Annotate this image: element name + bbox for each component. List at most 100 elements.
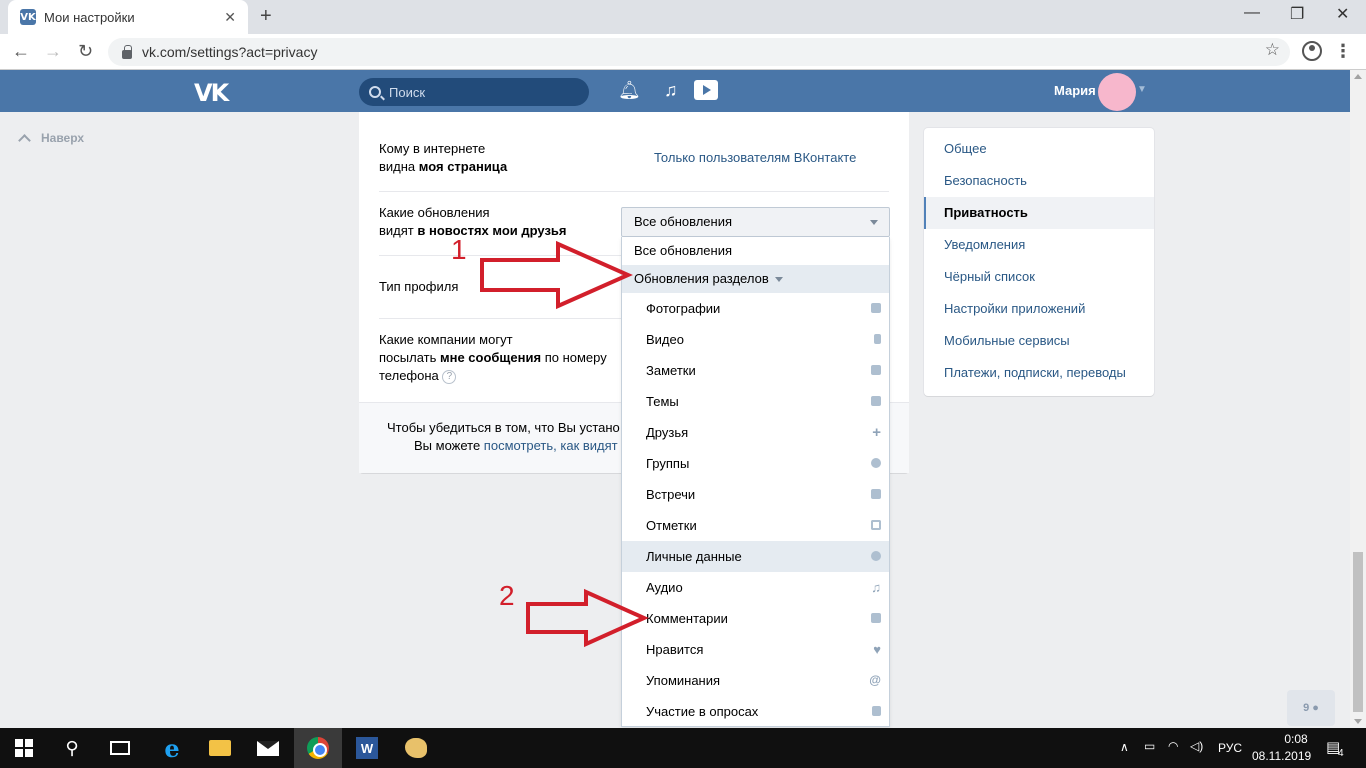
comment-icon bbox=[871, 613, 881, 623]
user-name[interactable]: Мария bbox=[1054, 83, 1096, 98]
word-icon[interactable]: W bbox=[343, 728, 391, 768]
news-updates-select[interactable]: Все обновления bbox=[621, 207, 890, 237]
battery-icon[interactable]: ▭ bbox=[1144, 739, 1155, 753]
dropdown-section-item[interactable]: Встречи bbox=[622, 479, 889, 510]
settings-menu-privacy[interactable]: Приватность bbox=[924, 197, 1154, 229]
plus-icon: + bbox=[872, 424, 881, 441]
annotation-number-1: 1 bbox=[451, 234, 467, 265]
paint-icon[interactable] bbox=[392, 728, 440, 768]
tag-frame-icon bbox=[871, 520, 881, 530]
task-view-icon[interactable] bbox=[96, 728, 144, 768]
heart-icon: ♥ bbox=[873, 642, 881, 657]
browser-tab-bar: VK Мои настройки ✕ + — ❐ ✕ bbox=[0, 0, 1366, 34]
dropdown-section-item[interactable]: Личные данные bbox=[622, 541, 889, 572]
dropdown-option-sections[interactable]: Обновления разделов bbox=[622, 265, 889, 293]
forward-icon[interactable]: → bbox=[44, 41, 62, 62]
dropdown-section-item[interactable]: Комментарии bbox=[622, 603, 889, 634]
footer-text: Вы можете посмотреть, как видят bbox=[414, 438, 618, 453]
news-updates-dropdown: Все обновления Обновления разделов Фотог… bbox=[621, 237, 890, 727]
settings-menu-security[interactable]: Безопасность bbox=[924, 165, 1154, 197]
scroll-down-icon[interactable] bbox=[1354, 719, 1362, 724]
chevron-down-icon[interactable]: ▼ bbox=[1137, 84, 1147, 95]
windows-logo-icon bbox=[15, 739, 33, 757]
lock-icon bbox=[122, 44, 132, 59]
annotation-arrow-2 bbox=[526, 588, 649, 648]
settings-menu-payments[interactable]: Платежи, подписки, переводы bbox=[924, 357, 1154, 389]
browser-menu-icon[interactable]: ⋮ bbox=[1334, 41, 1352, 62]
dropdown-section-item[interactable]: Темы bbox=[622, 386, 889, 417]
dropdown-section-item[interactable]: Группы bbox=[622, 448, 889, 479]
search-box[interactable] bbox=[359, 78, 589, 106]
wifi-icon[interactable]: ◠ bbox=[1168, 739, 1178, 753]
divider bbox=[379, 191, 889, 192]
row-label: Какие обновления видят в новостях мои др… bbox=[379, 205, 567, 238]
search-input[interactable] bbox=[389, 84, 569, 100]
chrome-icon[interactable] bbox=[294, 728, 342, 768]
row-label: Кому в интернете видна моя страница bbox=[379, 141, 508, 174]
search-icon bbox=[369, 86, 381, 98]
chevron-up-icon bbox=[18, 134, 31, 147]
volume-icon[interactable]: ◁) bbox=[1190, 739, 1203, 753]
dropdown-section-item[interactable]: Участие в опросах bbox=[622, 696, 889, 727]
help-icon[interactable]: ? bbox=[442, 369, 457, 384]
bell-icon[interactable]: 🔔︎ bbox=[618, 80, 641, 101]
settings-menu-blacklist[interactable]: Чёрный список bbox=[924, 261, 1154, 293]
browser-tab[interactable]: VK Мои настройки ✕ bbox=[8, 0, 248, 34]
scroll-up-icon[interactable] bbox=[1354, 74, 1362, 79]
settings-menu-mobile[interactable]: Мобильные сервисы bbox=[924, 325, 1154, 357]
music-note-icon: ♫ bbox=[871, 580, 881, 595]
dropdown-section-item[interactable]: Нравится ♥ bbox=[622, 634, 889, 665]
friends-online-button[interactable]: 9 ● bbox=[1287, 690, 1335, 726]
search-icon[interactable]: ⚲ bbox=[48, 728, 96, 768]
tab-close-icon[interactable]: ✕ bbox=[224, 9, 236, 26]
vk-logo[interactable]: VK bbox=[194, 79, 229, 107]
at-icon: @ bbox=[869, 673, 881, 687]
reload-icon[interactable]: ↻ bbox=[78, 41, 93, 62]
dropdown-section-item[interactable]: Друзья + bbox=[622, 417, 889, 448]
mail-icon[interactable] bbox=[244, 728, 292, 768]
dropdown-section-item[interactable]: Упоминания @ bbox=[622, 665, 889, 696]
clock-time[interactable]: 0:08 bbox=[1268, 732, 1324, 746]
url-text: vk.com/settings?act=privacy bbox=[142, 44, 318, 60]
start-button[interactable] bbox=[0, 728, 48, 768]
home-icon bbox=[871, 489, 881, 499]
settings-menu-general[interactable]: Общее bbox=[924, 133, 1154, 165]
dropdown-section-item[interactable]: Заметки bbox=[622, 355, 889, 386]
new-tab-icon[interactable]: + bbox=[260, 5, 272, 28]
back-icon[interactable]: ← bbox=[12, 41, 30, 62]
back-to-top-button[interactable]: Наверх bbox=[18, 131, 85, 147]
view-as-link[interactable]: посмотреть, как видят bbox=[484, 438, 618, 453]
settings-menu-apps[interactable]: Настройки приложений bbox=[924, 293, 1154, 325]
dropdown-section-item[interactable]: Отметки bbox=[622, 510, 889, 541]
account-icon[interactable] bbox=[1302, 41, 1322, 61]
file-explorer-icon[interactable] bbox=[196, 728, 244, 768]
dropdown-section-item[interactable]: Фотографии bbox=[622, 293, 889, 324]
annotation-arrow-1 bbox=[480, 240, 633, 310]
poll-icon bbox=[872, 706, 881, 716]
music-icon[interactable]: ♫ bbox=[664, 80, 678, 101]
dropdown-section-item[interactable]: Видео bbox=[622, 324, 889, 355]
clock-date[interactable]: 08.11.2019 bbox=[1252, 749, 1311, 763]
window-close-icon[interactable]: ✕ bbox=[1336, 4, 1349, 24]
restore-icon[interactable]: ❐ bbox=[1290, 4, 1304, 24]
dropdown-option-all[interactable]: Все обновления bbox=[622, 237, 889, 265]
settings-menu-notifications[interactable]: Уведомления bbox=[924, 229, 1154, 261]
back-to-top-label: Наверх bbox=[41, 131, 85, 145]
language-indicator[interactable]: РУС bbox=[1218, 741, 1242, 755]
avatar[interactable] bbox=[1098, 73, 1136, 111]
internet-explorer-icon[interactable]: e bbox=[148, 728, 196, 768]
notifications-count: 4 bbox=[1338, 748, 1344, 759]
dropdown-arrow-icon bbox=[870, 220, 878, 225]
page-visibility-value[interactable]: Только пользователям ВКонтакте bbox=[654, 150, 856, 165]
bookmark-star-icon[interactable]: ☆ bbox=[1265, 40, 1280, 60]
tray-chevron-up-icon[interactable]: ∧ bbox=[1120, 740, 1129, 754]
dropdown-section-item[interactable]: Аудио ♫ bbox=[622, 572, 889, 603]
browser-toolbar: ← → ↻ vk.com/settings?act=privacy ☆ ⋮ bbox=[0, 34, 1366, 70]
person-icon bbox=[871, 551, 881, 561]
page-scrollbar[interactable] bbox=[1350, 70, 1366, 728]
camera-icon bbox=[871, 303, 881, 313]
address-bar[interactable]: vk.com/settings?act=privacy bbox=[108, 38, 1290, 66]
minimize-icon[interactable]: — bbox=[1244, 4, 1260, 22]
video-play-icon[interactable] bbox=[694, 80, 718, 100]
scroll-thumb[interactable] bbox=[1353, 552, 1363, 712]
